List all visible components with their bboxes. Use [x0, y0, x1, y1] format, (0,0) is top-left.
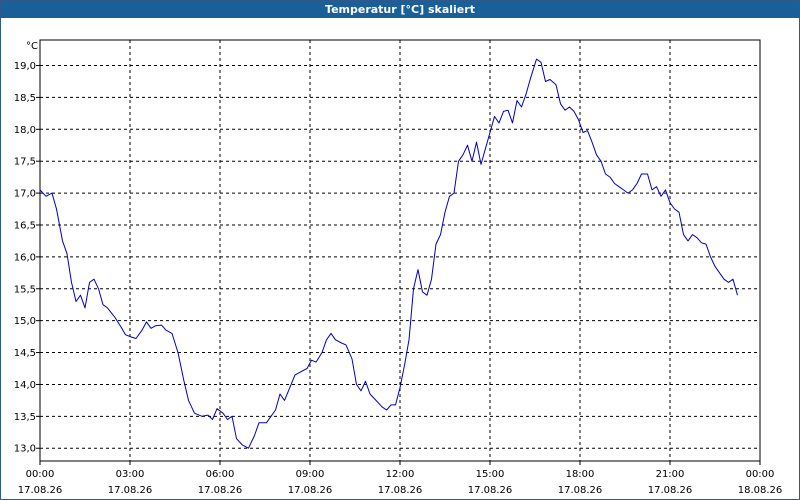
- series: [39, 58, 738, 449]
- y-tick-label: 17,5: [14, 157, 36, 168]
- x-tick-label-date: 17.08.26: [18, 485, 63, 496]
- y-tick-label: 15,0: [14, 316, 36, 327]
- x-tick-label-date: 17.08.26: [468, 485, 513, 496]
- temperature-series-line: [39, 58, 738, 449]
- y-tick-label: 13,0: [14, 444, 36, 455]
- x-tick-label-time: 03:00: [116, 469, 145, 480]
- y-axis-unit-label: °C: [26, 41, 38, 52]
- x-tick-label-date: 17.08.26: [288, 485, 333, 496]
- y-tick-label: 15,5: [14, 284, 36, 295]
- y-tick-label: 19,0: [14, 61, 36, 72]
- x-tick-label-date: 17.08.26: [108, 485, 153, 496]
- y-axis: 13,0 13,5 14,0 14,5 15,0 15,5 16,0 16,5 17,0 17,5…: [14, 61, 40, 455]
- y-tick-label: 18,5: [14, 93, 36, 104]
- x-tick-label-time: 00:00: [746, 469, 775, 480]
- y-tick-label: 16,5: [14, 220, 36, 231]
- x-tick-label-date: 18.08.26: [738, 485, 783, 496]
- x-tick-label-time: 12:00: [386, 469, 415, 480]
- y-tick-label: 14,5: [14, 348, 36, 359]
- x-tick-label-time: 21:00: [656, 469, 685, 480]
- y-tick-label: 17,0: [14, 189, 36, 200]
- x-tick-label-time: 09:00: [296, 469, 325, 480]
- y-tick-label: 16,0: [14, 252, 36, 263]
- x-tick-label-time: 18:00: [566, 469, 595, 480]
- y-tick-label: 13,5: [14, 412, 36, 423]
- x-tick-label-date: 17.08.26: [378, 485, 423, 496]
- grid: [40, 40, 760, 461]
- x-tick-label-date: 17.08.26: [198, 485, 243, 496]
- x-tick-label-time: 06:00: [206, 469, 235, 480]
- x-axis: 00:00 17.08.26 03:00 17.08.26 06:00 17.08.26 0…: [18, 461, 783, 496]
- y-tick-label: 18,0: [14, 125, 36, 136]
- y-tick-label: 14,0: [14, 380, 36, 391]
- x-tick-label-time: 15:00: [476, 469, 505, 480]
- x-tick-label-time: 00:00: [26, 469, 55, 480]
- x-tick-label-date: 17.08.26: [648, 485, 693, 496]
- temperature-line-chart: 13,0 13,5 14,0 14,5 15,0 15,5 16,0 16,5 17,0 17,5…: [14, 39, 783, 496]
- x-tick-label-date: 17.08.26: [558, 485, 603, 496]
